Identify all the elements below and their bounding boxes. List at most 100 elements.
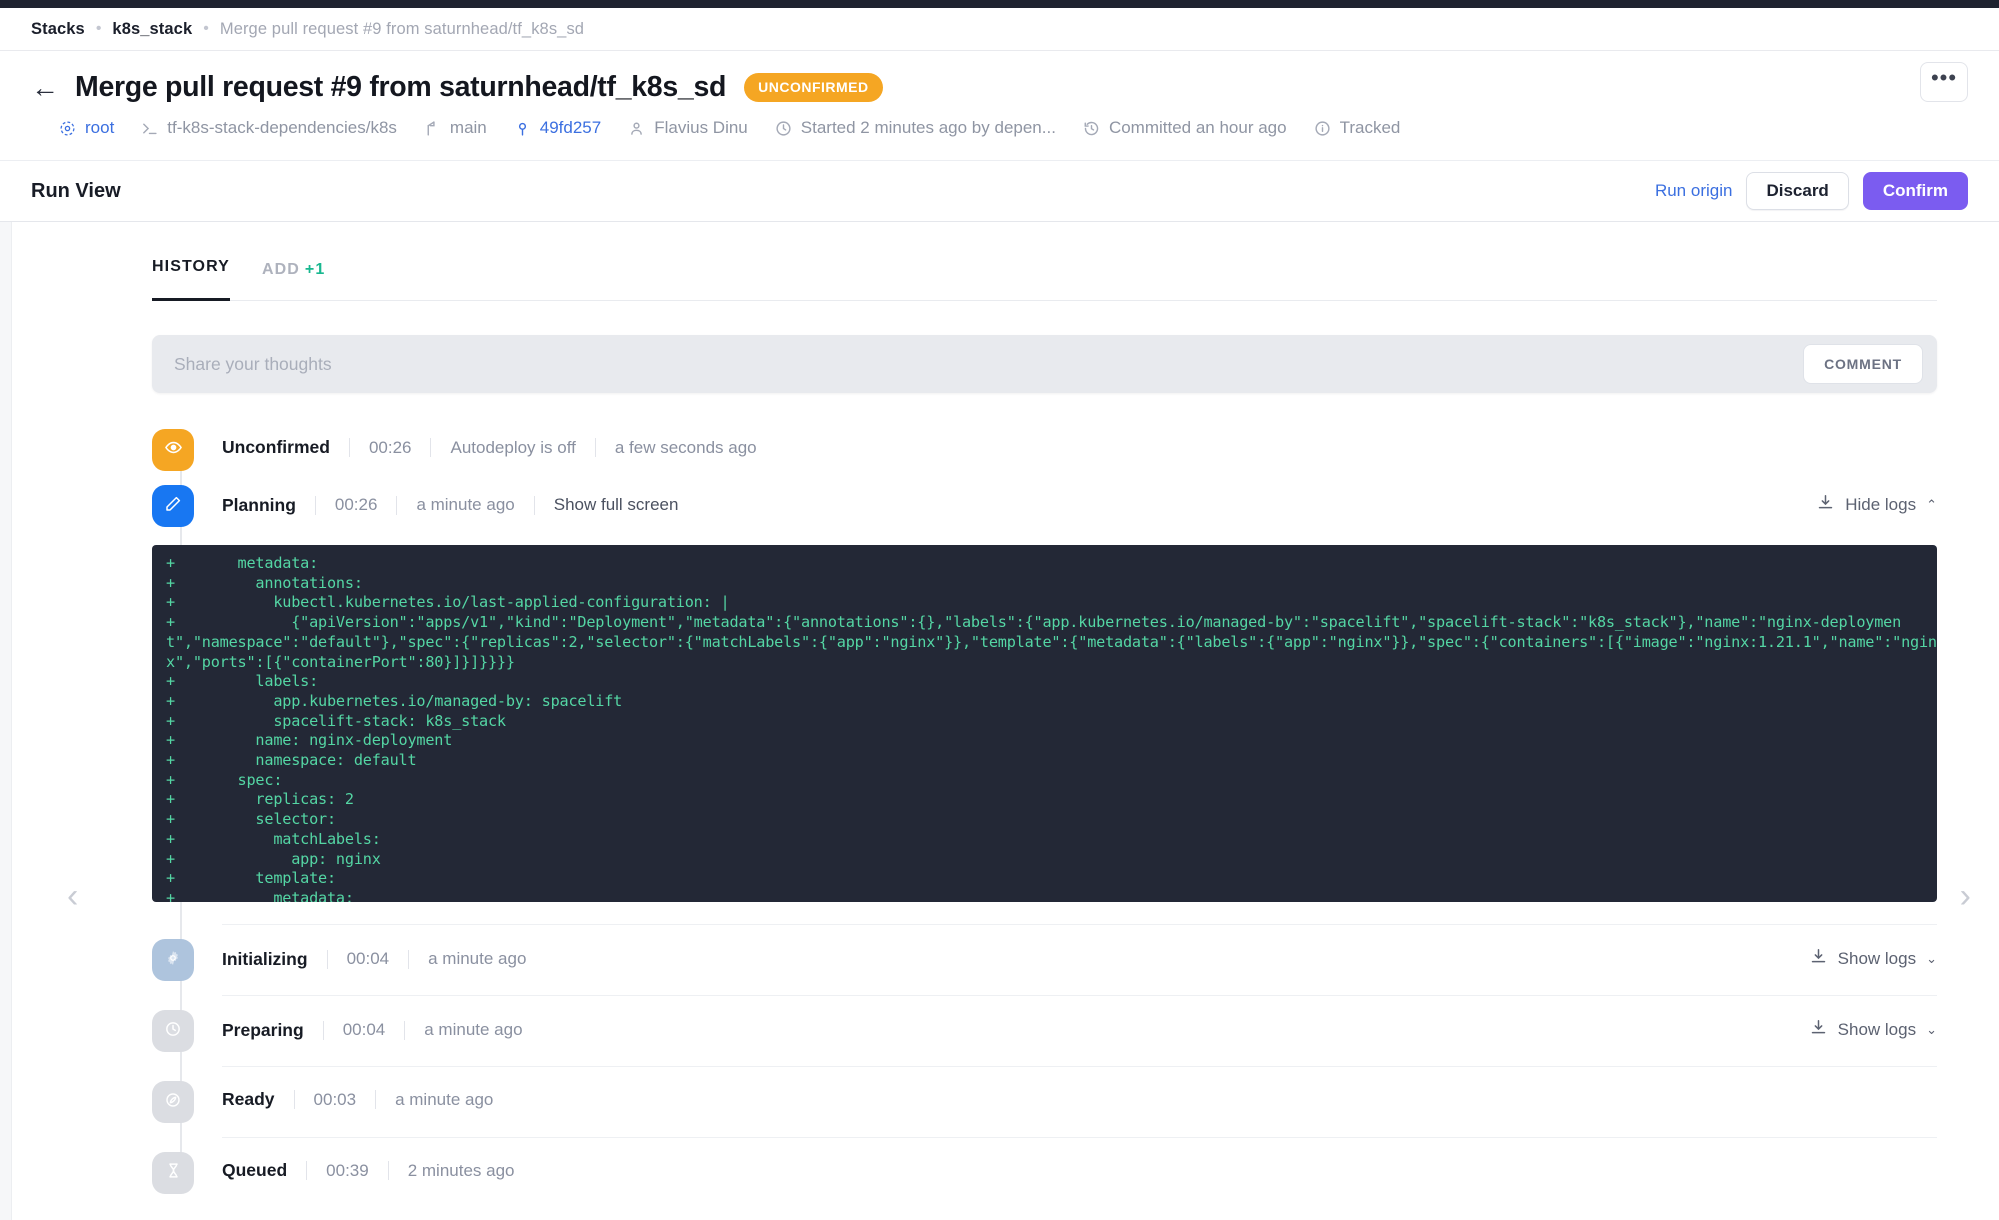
divider [375, 1090, 377, 1109]
page-title: Merge pull request #9 from saturnhead/tf… [75, 71, 727, 103]
meta-commit[interactable]: 49fd257 [513, 118, 601, 138]
run-timeline: Unconfirmed 00:26 Autodeploy is off a fe… [152, 429, 1937, 1194]
run-detail-inner: HISTORY ADD +1 Share your thoughts COMMEN… [12, 222, 1999, 1194]
timeline-duration: 00:03 [313, 1089, 357, 1109]
timeline-state-name: Preparing [222, 1019, 304, 1040]
log-text: + metadata: + annotations: + kubectl.kub… [166, 554, 1937, 902]
tab-history[interactable]: HISTORY [152, 258, 230, 301]
breadcrumb-item-stacks[interactable]: Stacks [31, 20, 85, 39]
timeline-state-name: Queued [222, 1160, 288, 1180]
status-badge: UNCONFIRMED [744, 73, 883, 102]
timeline-body: Initializing 00:04 a minute ago Show log… [222, 939, 1937, 971]
clock-icon [774, 119, 793, 138]
timeline-status-dot [152, 1081, 194, 1123]
run-view-title: Run View [31, 179, 121, 202]
info-icon [1313, 119, 1332, 138]
timeline-state-name: Ready [222, 1089, 275, 1109]
timeline-body: Ready 00:03 a minute ago [222, 1081, 1937, 1110]
timeline-row: Planning 00:26 a minute ago Show full sc… [152, 485, 1937, 902]
tab-bar: HISTORY ADD +1 [152, 222, 1937, 301]
timeline-body: Planning 00:26 a minute ago Show full sc… [222, 485, 1937, 517]
meta-space-label: root [85, 118, 115, 137]
branch-icon [423, 119, 442, 138]
pencil-icon [164, 495, 182, 518]
divider [293, 1090, 295, 1109]
timeline-row: Unconfirmed 00:26 Autodeploy is off a fe… [152, 429, 1937, 485]
planning-log-output[interactable]: + metadata: + annotations: + kubectl.kub… [152, 545, 1937, 902]
download-icon[interactable] [1809, 947, 1828, 971]
hourglass-icon [165, 1162, 182, 1184]
run-view-actions: Run origin Discard Confirm [1655, 171, 1968, 211]
timeline-duration: 00:04 [342, 1020, 386, 1039]
tab-divider [152, 300, 1937, 301]
timeline-row: Queued 00:39 2 minutes ago [152, 1138, 1937, 1194]
meta-commit-label: 49fd257 [539, 118, 602, 137]
divider [306, 1161, 308, 1180]
comment-input[interactable]: Share your thoughts [152, 335, 1937, 393]
timeline-head: Planning 00:26 a minute ago Show full sc… [222, 493, 1937, 517]
timeline-status-dot [152, 1010, 194, 1052]
toggle-logs-button[interactable]: Show logs ⌄ [1809, 1018, 1937, 1042]
user-icon [627, 119, 646, 138]
divider [326, 949, 328, 969]
comment-submit-button[interactable]: COMMENT [1803, 344, 1923, 384]
timeline-time: a few seconds ago [614, 437, 757, 457]
timeline-note: Autodeploy is off [450, 437, 576, 457]
meta-space[interactable]: root [58, 118, 114, 138]
next-run-arrow[interactable]: › [1960, 877, 1971, 916]
content-area: HISTORY ADD +1 Share your thoughts COMMEN… [0, 222, 1999, 1220]
run-origin-link[interactable]: Run origin [1655, 181, 1733, 201]
timeline-body: Queued 00:39 2 minutes ago [222, 1152, 1937, 1181]
divider [322, 1020, 324, 1040]
meta-branch: main [423, 118, 487, 138]
back-arrow-icon[interactable]: ← [31, 73, 59, 102]
clock-icon [164, 1020, 182, 1043]
toggle-logs-label: Hide logs [1845, 495, 1917, 514]
previous-run-arrow[interactable]: ‹ [67, 877, 78, 916]
toggle-logs-label: Show logs [1837, 1020, 1917, 1039]
timeline-time: 2 minutes ago [407, 1160, 515, 1180]
confirm-button[interactable]: Confirm [1862, 171, 1968, 211]
comment-composer: Share your thoughts COMMENT [152, 335, 1937, 393]
toggle-logs-button[interactable]: Show logs ⌄ [1809, 947, 1937, 971]
timeline-head: Preparing 00:04 a minute ago Show logs ⌄ [222, 1018, 1937, 1042]
run-view-toolbar: Run View Run origin Discard Confirm [0, 160, 1999, 222]
divider [314, 495, 316, 515]
show-full-screen-link[interactable]: Show full screen [554, 495, 679, 515]
breadcrumb-separator: • [203, 20, 209, 37]
timeline-state-name: Unconfirmed [222, 437, 330, 457]
meta-path-label: tf-k8s-stack-dependencies/k8s [167, 118, 397, 137]
divider [408, 949, 410, 969]
download-icon[interactable] [1809, 1018, 1828, 1042]
divider [387, 1161, 389, 1180]
timeline-duration: 00:39 [326, 1160, 369, 1180]
timeline-duration: 00:26 [368, 437, 412, 457]
timeline-time: a minute ago [416, 495, 515, 514]
discard-button[interactable]: Discard [1746, 171, 1849, 211]
eye-icon [164, 438, 183, 462]
tab-add-label: ADD [261, 261, 300, 278]
more-actions-button[interactable]: ••• [1920, 62, 1968, 102]
toggle-logs-button[interactable]: Hide logs ⌃ [1816, 493, 1937, 517]
timeline-head: Initializing 00:04 a minute ago Show log… [222, 947, 1937, 971]
timeline-body: Unconfirmed 00:26 Autodeploy is off a fe… [222, 429, 1937, 458]
meta-started: Started 2 minutes ago by depen... [774, 118, 1056, 138]
meta-tracked-label: Tracked [1339, 118, 1401, 137]
divider [404, 1020, 406, 1040]
meta-tracked: Tracked [1313, 118, 1401, 138]
timeline-duration: 00:26 [334, 495, 378, 514]
breadcrumb-separator: • [95, 20, 102, 37]
timeline-row: Ready 00:03 a minute ago [152, 1067, 1937, 1137]
divider [533, 495, 535, 515]
download-icon[interactable] [1816, 493, 1835, 517]
chevron-up-icon: ⌃ [1926, 497, 1937, 512]
breadcrumb-item-stack[interactable]: k8s_stack [112, 20, 192, 39]
timeline-status-dot [152, 1152, 194, 1194]
tab-add[interactable]: ADD +1 [262, 261, 325, 301]
meta-path: tf-k8s-stack-dependencies/k8s [140, 118, 397, 138]
timeline-duration: 00:04 [346, 949, 390, 968]
timeline-body: Preparing 00:04 a minute ago Show logs ⌄ [222, 1010, 1937, 1042]
left-gutter [0, 222, 11, 1220]
rocket-icon [164, 1091, 182, 1114]
timeline-state-name: Planning [222, 494, 296, 515]
